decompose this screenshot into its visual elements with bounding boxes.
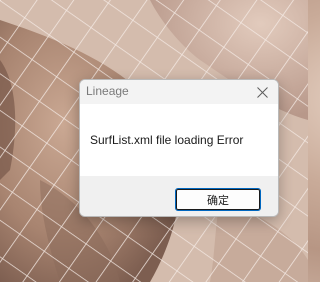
close-button[interactable]: [246, 80, 278, 104]
dialog-body: SurfList.xml file loading Error: [80, 104, 278, 176]
dialog-title-bar[interactable]: Lineage: [80, 80, 278, 104]
error-message: SurfList.xml file loading Error: [90, 133, 244, 147]
error-dialog: Lineage SurfList.xml file loading Error …: [79, 79, 279, 217]
dialog-title: Lineage: [86, 84, 129, 98]
close-icon: [256, 86, 268, 98]
ok-button[interactable]: 确定: [175, 188, 261, 211]
dialog-footer: 确定: [80, 176, 278, 216]
